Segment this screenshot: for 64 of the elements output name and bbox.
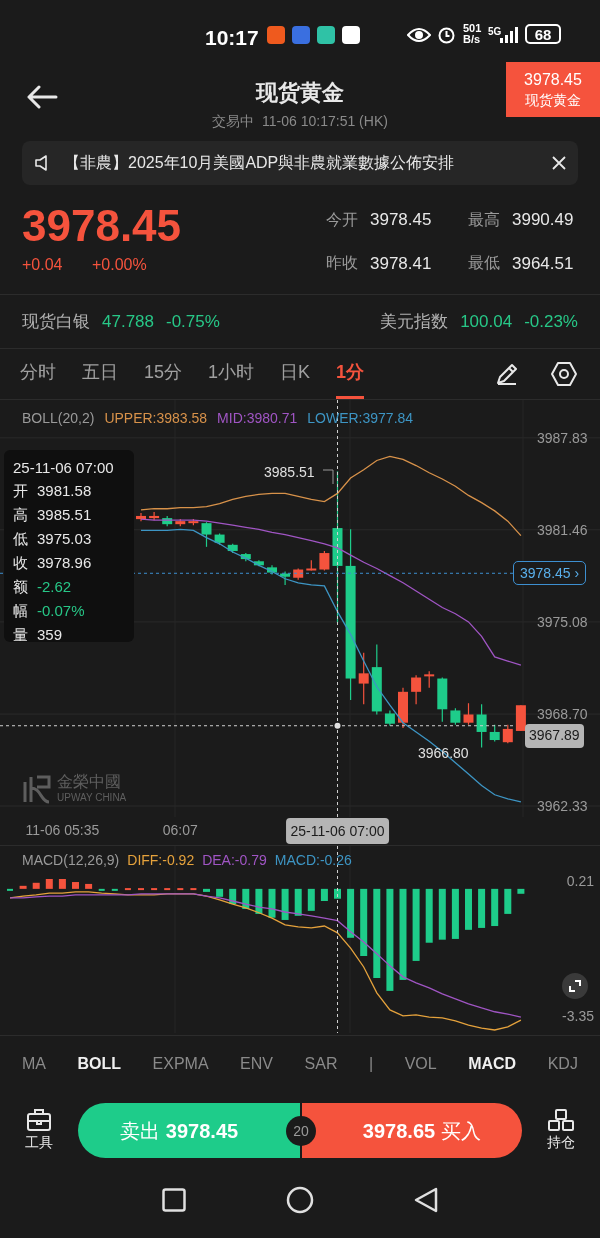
time-axis-label: 11-06 05:35 xyxy=(25,821,100,840)
tooltip-value: 359 xyxy=(37,625,63,645)
indicator-legend: MACD(12,26,9) xyxy=(22,850,120,871)
indicator-legend: MID:3980.71 xyxy=(217,408,298,429)
crosshair-time-tag: 25-11-06 07:00 xyxy=(285,818,390,844)
page-title: 现货黄金 xyxy=(254,79,345,107)
indicator-legend: DEA:-0.79 xyxy=(202,850,267,871)
stat-value: 3990.49 xyxy=(512,209,575,231)
indicator-legend: LOWER:3977.84 xyxy=(307,408,414,429)
current-price: 3978.45 xyxy=(22,200,182,252)
indicator-legend: MACD:-0.26 xyxy=(274,850,352,871)
tooltip-time: 25-11-06 07:00 xyxy=(13,458,115,478)
tooltip-value: -0.07% xyxy=(37,601,85,621)
stat-value: 3978.45 xyxy=(370,209,433,231)
trading-status: 交易中 xyxy=(212,112,255,131)
network-speed: 501 xyxy=(463,23,482,34)
stat-label: 今开 xyxy=(326,209,359,230)
price-axis-label: 3981.46 xyxy=(537,520,588,540)
tooltip-value: -2.62 xyxy=(37,577,72,597)
instrument-price: 100.04 xyxy=(460,310,513,333)
stat-value: 3978.41 xyxy=(370,252,433,275)
indicator-legend: DIFF:-0.92 xyxy=(127,850,195,871)
tooltip-label: 量 xyxy=(13,625,28,645)
time-axis-label: 06:07 xyxy=(162,821,198,840)
watermark-brand: 金榮中國 xyxy=(57,773,122,791)
battery-indicator: 68 xyxy=(525,24,561,44)
stat-label: 最高 xyxy=(468,209,501,230)
indicator-legend: BOLL(20,2) xyxy=(22,408,95,429)
clock-time: 10:17 xyxy=(205,25,259,51)
tooltip-label: 开 xyxy=(13,481,28,501)
network-speed-unit: B/s xyxy=(463,34,482,45)
tooltip-value: 3975.03 xyxy=(37,529,92,549)
tooltip-value: 3981.58 xyxy=(37,481,92,501)
instrument-change: -0.75% xyxy=(166,310,220,333)
instrument-price: 47.788 xyxy=(102,310,154,333)
network-type: 5G xyxy=(488,25,502,39)
tooltip-value: 3978.96 xyxy=(37,553,92,573)
macd-axis-label: 0.21 xyxy=(566,871,594,891)
price-change-percent: +0.00% xyxy=(92,255,147,275)
price-axis-label: 3987.83 xyxy=(537,428,588,448)
tooltip-label: 高 xyxy=(13,505,28,525)
tooltip-label: 额 xyxy=(13,577,28,597)
price-change: +0.04 xyxy=(22,255,63,275)
indicator-legend: UPPER:3983.58 xyxy=(104,408,208,429)
tooltip-label: 低 xyxy=(13,529,28,549)
tab-separator: | xyxy=(368,1054,374,1074)
price-axis-label: 3968.70 xyxy=(537,705,588,725)
stat-label: 最低 xyxy=(468,253,501,274)
watermark-brand-english: UPWAY CHINA xyxy=(57,791,127,805)
ref-line-label: 3978.45 xyxy=(520,563,571,583)
instrument-change: -0.23% xyxy=(524,310,578,333)
tooltip-value: 3985.51 xyxy=(37,505,92,525)
tag-price: 3978.45 xyxy=(524,69,582,90)
tooltip-label: 收 xyxy=(13,553,28,573)
tag-name: 现货黄金 xyxy=(525,90,581,110)
macd-axis-label: -3.35 xyxy=(562,1006,594,1026)
price-axis-label: 3975.08 xyxy=(537,612,588,632)
tooltip-label: 幅 xyxy=(13,601,28,621)
high-price-label: 3985.51 xyxy=(264,463,315,482)
crosshair-price-tag: 3967.89 xyxy=(525,723,584,748)
price-axis-label: 3962.33 xyxy=(537,797,588,816)
stat-label: 昨收 xyxy=(326,253,359,274)
quote-timestamp: 11-06 10:17:51 (HK) xyxy=(262,112,388,131)
stat-value: 3964.51 xyxy=(512,252,575,275)
